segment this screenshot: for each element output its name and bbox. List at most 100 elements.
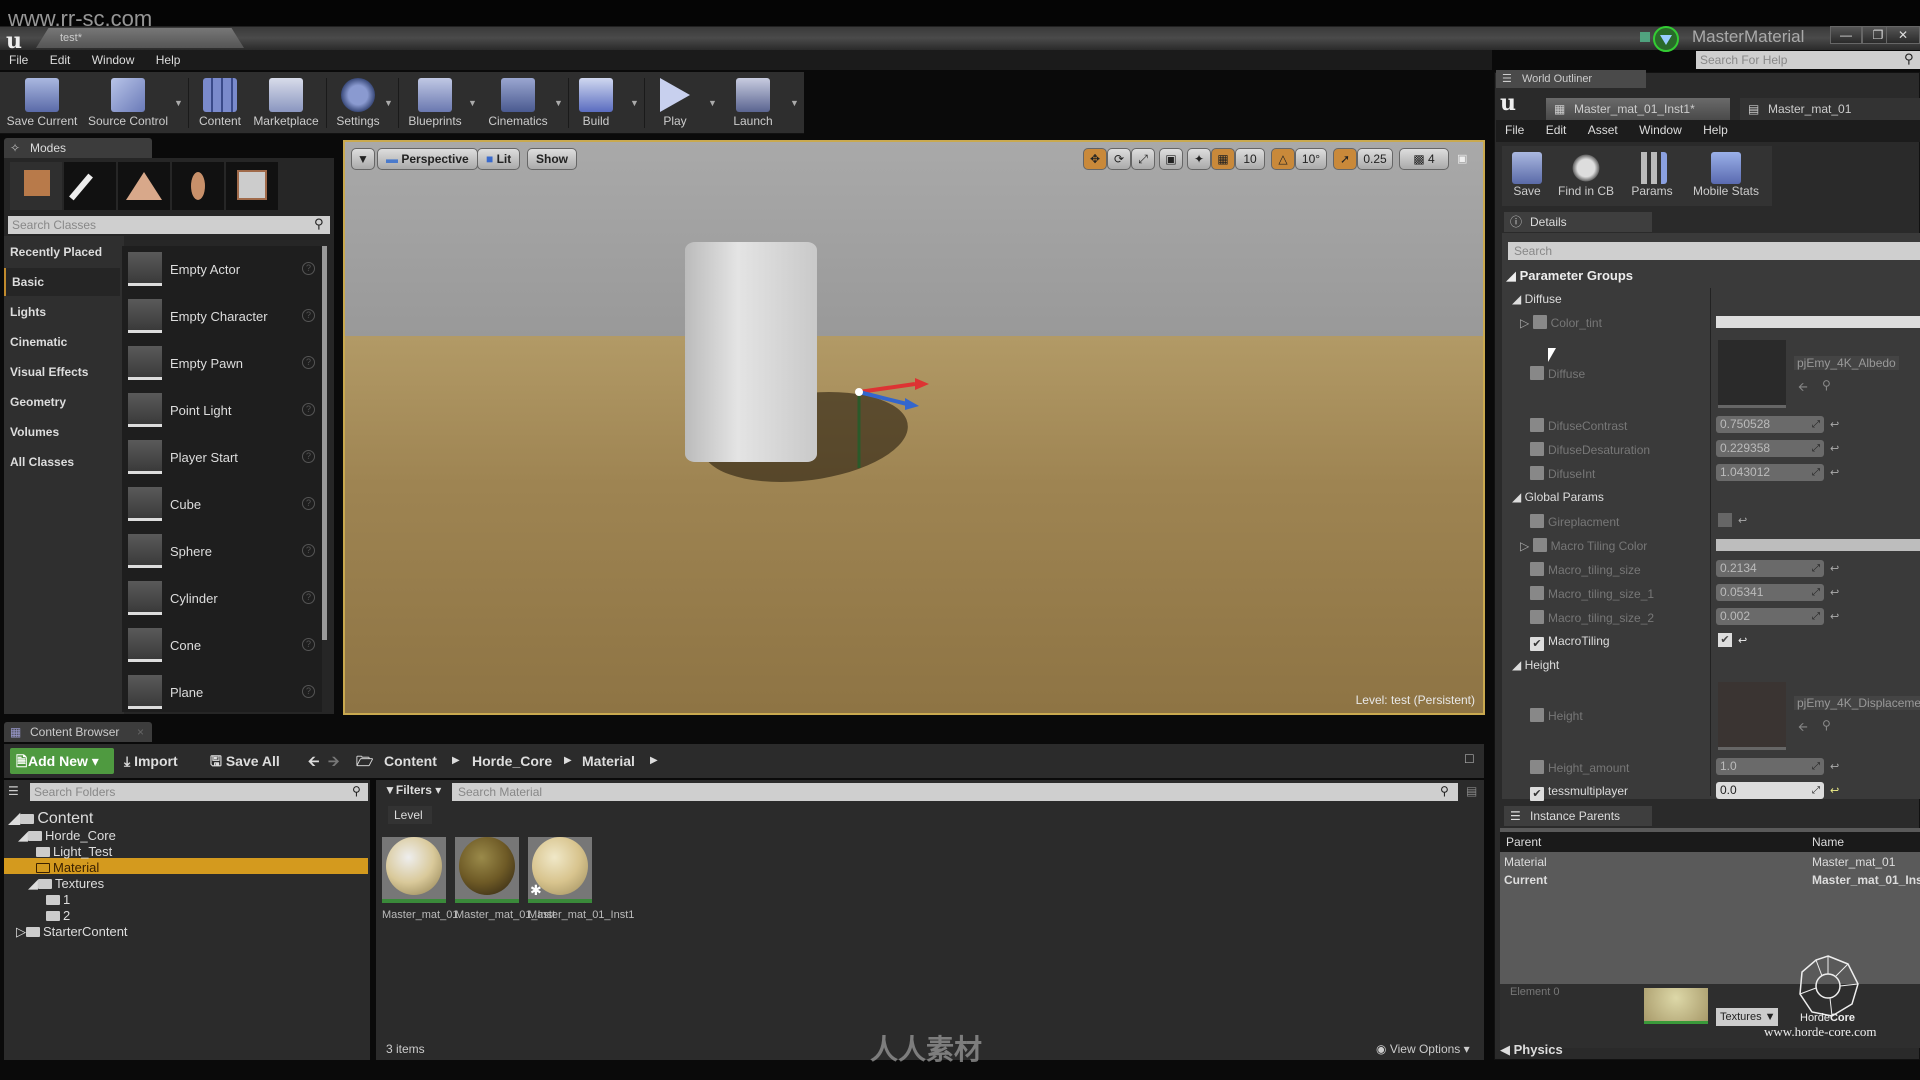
lock-icon[interactable]: ☐ (1464, 752, 1475, 766)
difuse-int-field[interactable]: 1.043012 ⤢ (1716, 464, 1824, 481)
geometry-edit-mode-icon[interactable] (226, 162, 278, 210)
difuse-contrast-field[interactable]: 0.750528 ⤢ (1716, 416, 1824, 433)
help-icon[interactable]: ? (302, 356, 315, 369)
category-all-classes[interactable]: All Classes (4, 448, 120, 476)
use-selected-icon[interactable]: 🡨 (1798, 718, 1808, 739)
param-override-checkbox[interactable] (1530, 586, 1544, 600)
drag-handle-icon[interactable]: ⤢ (1812, 758, 1820, 775)
drag-handle-icon[interactable]: ⤢ (1812, 560, 1820, 577)
play-button[interactable]: Play (650, 72, 700, 134)
category-geometry[interactable]: Geometry (4, 388, 120, 416)
menu-window[interactable]: Window (83, 50, 144, 70)
place-item-sphere[interactable]: Sphere? (128, 532, 318, 572)
rotation-snap-value[interactable]: 10° (1295, 148, 1327, 170)
asset-master-mat-01-inst1[interactable]: ✱ Master_mat_01_Inst1 (528, 834, 634, 922)
menu-help[interactable]: Help (147, 50, 190, 70)
breadcrumb-content[interactable]: Content (384, 748, 437, 774)
maximize-viewport-icon[interactable]: ▣ (1457, 152, 1467, 165)
place-item-empty-actor[interactable]: Empty Actor? (128, 250, 318, 290)
add-new-button[interactable]: 🗎 Add New ▾ (10, 748, 114, 774)
search-material-input[interactable]: Search Material (452, 783, 1458, 801)
settings-button[interactable]: Settings (332, 72, 384, 134)
asset-master-mat-01-inst[interactable]: Master_mat_01_Inst (455, 834, 555, 922)
build-button[interactable]: Build (574, 72, 618, 134)
current-row-name[interactable]: Master_mat_01_Inst1 (1812, 873, 1920, 887)
mobile-stats-button[interactable]: Mobile Stats (1686, 146, 1766, 206)
breadcrumb-separator[interactable]: ▶ (452, 748, 460, 774)
param-override-checkbox[interactable] (1530, 760, 1544, 774)
help-search-input[interactable]: Search For Help (1696, 51, 1920, 69)
reset-icon[interactable]: ↩ (1830, 586, 1839, 599)
world-outliner-tab[interactable]: ☰ World Outliner (1496, 70, 1646, 88)
world-local-toggle-icon[interactable]: ▣ (1159, 148, 1183, 170)
grid-snap-value[interactable]: 10 (1235, 148, 1265, 170)
expand-arrow-icon[interactable]: ▷ (1520, 539, 1533, 553)
menu-edit[interactable]: Edit (41, 50, 80, 70)
param-override-checkbox[interactable] (1530, 708, 1544, 722)
help-icon[interactable]: ? (302, 450, 315, 463)
settings-dropdown[interactable]: ▼ (384, 98, 393, 108)
place-item-empty-character[interactable]: Empty Character? (128, 297, 318, 337)
scale-mode-icon[interactable]: ⤢ (1131, 148, 1155, 170)
me-menu-asset[interactable]: Asset (1579, 120, 1627, 140)
scale-snap-toggle[interactable]: ➚ (1333, 148, 1357, 170)
tree-node-starter-content[interactable]: ▷ StarterContent (16, 924, 128, 940)
place-item-point-light[interactable]: Point Light? (128, 391, 318, 431)
column-header-parent[interactable]: Parent (1506, 835, 1541, 849)
import-button[interactable]: ⤓ Import (124, 748, 178, 774)
help-icon[interactable]: ? (302, 403, 315, 416)
help-icon[interactable]: ? (302, 638, 315, 651)
drag-handle-icon[interactable]: ⤢ (1812, 464, 1820, 481)
param-override-checkbox[interactable] (1530, 442, 1544, 456)
menu-file[interactable]: File (0, 50, 37, 70)
drag-handle-icon[interactable]: ⤢ (1812, 608, 1820, 625)
category-volumes[interactable]: Volumes (4, 418, 120, 446)
build-dropdown[interactable]: ▼ (630, 98, 639, 108)
tessmultiplayer-field[interactable]: 0.0 ⤢ (1716, 782, 1824, 799)
param-override-checkbox[interactable] (1530, 562, 1544, 576)
save-all-button[interactable]: 🖫 Save All (210, 748, 280, 774)
breadcrumb-separator[interactable]: ▶ (564, 748, 572, 774)
element-material-thumbnail[interactable] (1644, 988, 1708, 1024)
reset-icon[interactable]: ↩ (1738, 514, 1747, 527)
expand-arrow-icon[interactable]: ▷ (1520, 316, 1533, 330)
category-recently-placed[interactable]: Recently Placed (4, 238, 120, 266)
browse-icon[interactable]: ⚲ (1822, 378, 1831, 392)
param-override-checkbox[interactable] (1530, 514, 1544, 528)
launch-dropdown[interactable]: ▼ (790, 98, 799, 108)
show-button[interactable]: Show (527, 148, 577, 170)
cinematics-dropdown[interactable]: ▼ (554, 98, 563, 108)
placeable-list-scrollbar[interactable] (322, 246, 327, 640)
breadcrumb-material[interactable]: Material (582, 748, 635, 774)
reset-icon[interactable]: ↩ (1830, 466, 1839, 479)
macro-tiling-size-2-field[interactable]: 0.002 ⤢ (1716, 608, 1824, 625)
me-menu-window[interactable]: Window (1630, 120, 1691, 140)
help-icon[interactable]: ? (302, 309, 315, 322)
source-control-dropdown[interactable]: ▼ (174, 98, 183, 108)
filters-button[interactable]: ▼Filters ▾ (384, 783, 441, 797)
parent-row-name[interactable]: Master_mat_01 (1812, 855, 1895, 869)
foliage-mode-icon[interactable] (172, 162, 224, 210)
landscape-mode-icon[interactable] (118, 162, 170, 210)
reset-icon[interactable]: ↩ (1830, 784, 1839, 797)
details-column-divider[interactable] (1710, 288, 1711, 796)
cinematics-button[interactable]: Cinematics (484, 72, 552, 134)
source-control-button[interactable]: Source Control (84, 72, 172, 134)
search-classes-input[interactable]: Search Classes (8, 216, 330, 234)
breadcrumb-separator[interactable]: ▶ (650, 748, 658, 774)
help-icon[interactable]: ? (302, 685, 315, 698)
drag-handle-icon[interactable]: ⤢ (1812, 440, 1820, 457)
macro-tiling-color-swatch[interactable] (1716, 539, 1920, 551)
param-override-checkbox[interactable] (1532, 315, 1547, 329)
category-basic[interactable]: Basic (4, 268, 120, 296)
scale-snap-value[interactable]: 0.25 (1357, 148, 1393, 170)
macro-tiling-size-1-field[interactable]: 0.05341 ⤢ (1716, 584, 1824, 601)
place-item-cube[interactable]: Cube? (128, 485, 318, 525)
tree-node-textures[interactable]: ◢ Textures (28, 876, 104, 892)
paint-mode-icon[interactable] (64, 162, 116, 210)
minimize-button[interactable]: — (1830, 26, 1862, 44)
me-menu-edit[interactable]: Edit (1537, 120, 1576, 140)
tree-node-1[interactable]: 1 (46, 892, 70, 907)
height-texture-name[interactable]: pjEmy_4K_Displacement (1794, 696, 1920, 710)
place-item-player-start[interactable]: Player Start? (128, 438, 318, 478)
